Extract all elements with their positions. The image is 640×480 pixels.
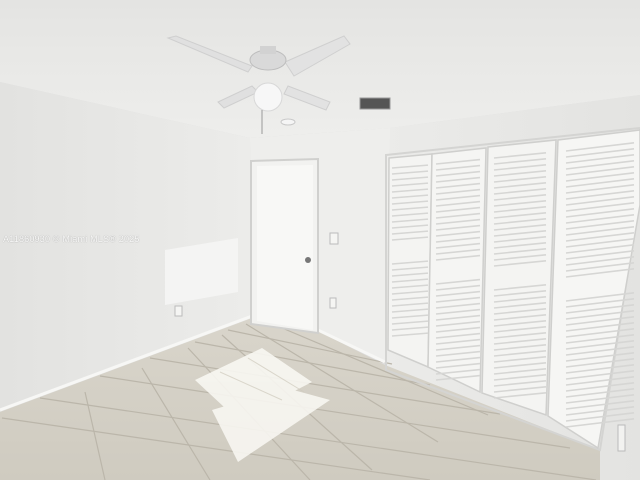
fan-light bbox=[253, 82, 283, 112]
interior-door bbox=[250, 157, 319, 335]
room-photo: A11860930 © Miami MLS® 2025 bbox=[0, 0, 640, 480]
door-knob bbox=[305, 257, 311, 263]
ac-vent bbox=[359, 97, 391, 110]
smoke-detector bbox=[280, 118, 296, 126]
wall-outlet bbox=[174, 305, 183, 317]
closet-door-panel bbox=[481, 139, 557, 417]
wall-outlet bbox=[329, 297, 337, 309]
photo-watermark: A11860930 © Miami MLS® 2025 bbox=[3, 234, 140, 244]
light-switch bbox=[329, 232, 339, 245]
wall-outlet bbox=[617, 424, 626, 452]
